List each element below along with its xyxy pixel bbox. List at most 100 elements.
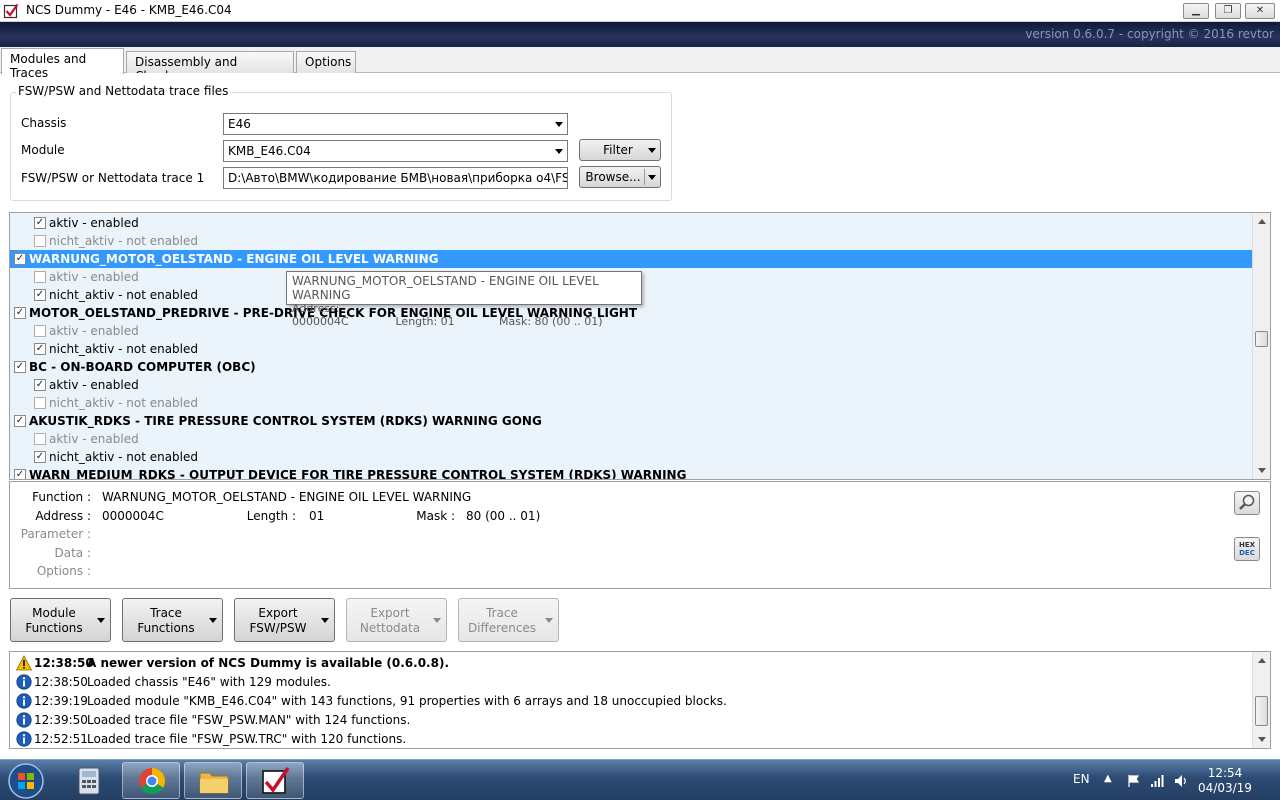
log-message: Loaded module "KMB_E46.C04" with 143 fun… bbox=[87, 694, 727, 708]
function-row[interactable]: ✓ AKUSTIK_RDKS - TIRE PRESSURE CONTROL SY… bbox=[10, 412, 1252, 430]
option-row[interactable]: nicht_aktiv - not enabled bbox=[10, 394, 1252, 412]
scrollbar-thumb[interactable] bbox=[1255, 696, 1268, 726]
filter-button[interactable]: Filter bbox=[579, 139, 661, 161]
search-button[interactable] bbox=[1234, 491, 1260, 515]
checkbox-checked[interactable]: ✓ bbox=[34, 289, 46, 301]
tab-disassembly-and-checksums[interactable]: Disassembly and Checksums bbox=[126, 51, 294, 83]
browse-button-label: Browse... bbox=[585, 170, 641, 184]
option-row[interactable]: ✓ aktiv - enabled bbox=[10, 214, 1252, 232]
button-label-line1: Export bbox=[258, 606, 298, 620]
info-icon bbox=[16, 731, 32, 747]
hex-label: HEX bbox=[1238, 541, 1256, 549]
module-functions-button[interactable]: Module Functions bbox=[10, 598, 111, 642]
checkbox-checked[interactable]: ✓ bbox=[14, 253, 26, 265]
trace-file-input[interactable]: D:\Авто\BMW\кодирование БМВ\новая\прибор… bbox=[223, 167, 568, 189]
module-label: Module bbox=[21, 143, 65, 157]
chevron-down-icon bbox=[545, 618, 553, 623]
checkbox-unchecked[interactable] bbox=[34, 397, 46, 409]
button-label-line1: Export bbox=[370, 606, 410, 620]
checkbox-checked[interactable]: ✓ bbox=[14, 415, 26, 427]
action-center-flag-icon[interactable] bbox=[1126, 773, 1142, 789]
option-row[interactable]: nicht_aktiv - not enabled bbox=[10, 232, 1252, 250]
scroll-down-arrow-icon[interactable] bbox=[1258, 468, 1266, 473]
mask-label: Mask : bbox=[416, 509, 455, 523]
close-button[interactable]: ✕ bbox=[1245, 3, 1275, 19]
chevron-down-icon bbox=[648, 148, 656, 153]
tab-modules-and-traces[interactable]: Modules and Traces bbox=[1, 48, 124, 80]
taskbar-calculator[interactable] bbox=[60, 762, 118, 799]
calculator-icon bbox=[78, 767, 100, 795]
checkbox-unchecked[interactable] bbox=[34, 433, 46, 445]
windows-start-icon[interactable] bbox=[4, 762, 48, 800]
browse-button[interactable]: Browse... bbox=[579, 166, 661, 188]
tab-options[interactable]: Options bbox=[296, 51, 356, 73]
function-row[interactable]: ✓ WARNUNG_MOTOR_OELSTAND - ENGINE OIL LEV… bbox=[10, 250, 1252, 268]
option-row[interactable]: aktiv - enabled bbox=[10, 430, 1252, 448]
data-label: Data : bbox=[54, 546, 91, 560]
function-list-scrollbar[interactable] bbox=[1252, 213, 1270, 479]
checkbox-checked[interactable]: ✓ bbox=[34, 379, 46, 391]
tooltip-mask: Mask: 80 (00 .. 01) bbox=[499, 315, 603, 328]
export-nettodata-button[interactable]: Export Nettodata bbox=[346, 598, 447, 642]
button-label-line2: Differences bbox=[467, 621, 537, 635]
maximize-button[interactable]: ❐ bbox=[1215, 3, 1241, 19]
option-row[interactable]: ✓ nicht_aktiv - not enabled bbox=[10, 448, 1252, 466]
scroll-up-arrow-icon[interactable] bbox=[1258, 219, 1266, 224]
row-label: aktiv - enabled bbox=[49, 216, 139, 230]
chassis-select[interactable]: E46 bbox=[223, 113, 568, 135]
scroll-down-arrow-icon[interactable] bbox=[1258, 737, 1266, 742]
checkbox-checked[interactable]: ✓ bbox=[14, 361, 26, 373]
hex-dec-toggle-button[interactable]: HEX DEC bbox=[1234, 537, 1260, 561]
checkbox-checked[interactable]: ✓ bbox=[34, 343, 46, 355]
app-checkbox-icon bbox=[262, 767, 290, 794]
trace-file-label: FSW/PSW or Nettodata trace 1 bbox=[21, 171, 205, 185]
export-fsw-psw-button[interactable]: Export FSW/PSW bbox=[234, 598, 335, 642]
row-label: nicht_aktiv - not enabled bbox=[49, 342, 199, 356]
scroll-up-arrow-icon[interactable] bbox=[1258, 658, 1266, 663]
checkbox-unchecked[interactable] bbox=[34, 235, 46, 247]
dec-label: DEC bbox=[1239, 549, 1255, 557]
checkbox-unchecked[interactable] bbox=[34, 325, 46, 337]
language-indicator[interactable]: EN bbox=[1073, 772, 1090, 786]
length-value: 01 bbox=[309, 509, 325, 523]
log-scrollbar[interactable] bbox=[1252, 652, 1270, 748]
function-row[interactable]: ✓ WARN_MEDIUM_RDKS - OUTPUT DEVICE FOR TI… bbox=[10, 466, 1252, 479]
chrome-icon bbox=[139, 767, 166, 795]
header-banner: version 0.6.0.7 - copyright © 2016 revto… bbox=[0, 22, 1280, 47]
log-message: A newer version of NCS Dummy is availabl… bbox=[87, 656, 450, 670]
log-message: Loaded chassis "E46" with 129 modules. bbox=[87, 675, 331, 689]
minimize-button[interactable]: ▁ bbox=[1183, 3, 1209, 19]
checkbox-checked[interactable]: ✓ bbox=[14, 307, 26, 319]
button-label-line1: Trace bbox=[150, 606, 182, 620]
system-clock[interactable]: 12:54 04/03/19 bbox=[1196, 766, 1254, 796]
log-time: 12:39:19 bbox=[34, 694, 88, 708]
checkbox-checked[interactable]: ✓ bbox=[34, 451, 46, 463]
function-list[interactable]: ✓ aktiv - enabled nicht_aktiv - not enable… bbox=[9, 212, 1271, 480]
option-row[interactable]: ✓ aktiv - enabled bbox=[10, 376, 1252, 394]
network-signal-icon[interactable] bbox=[1150, 773, 1166, 789]
checkbox-checked[interactable]: ✓ bbox=[14, 469, 26, 479]
volume-icon[interactable] bbox=[1173, 773, 1189, 789]
info-icon bbox=[16, 693, 32, 709]
checkbox-unchecked[interactable] bbox=[34, 271, 46, 283]
show-hidden-icons-icon[interactable]: ▲ bbox=[1104, 773, 1112, 784]
trace-differences-button[interactable]: Trace Differences bbox=[458, 598, 559, 642]
taskbar-explorer[interactable] bbox=[184, 762, 242, 799]
button-label-line1: Trace bbox=[486, 606, 518, 620]
taskbar-ncs-dummy[interactable] bbox=[246, 762, 304, 799]
chevron-down-icon bbox=[209, 618, 217, 623]
scrollbar-thumb[interactable] bbox=[1255, 331, 1268, 347]
tooltip-length: Length: 01 bbox=[395, 315, 455, 328]
tooltip-address: Address: 0000004C bbox=[292, 302, 349, 328]
module-select[interactable]: KMB_E46.C04 bbox=[223, 140, 568, 162]
taskbar-chrome[interactable] bbox=[122, 762, 180, 799]
log-time: 12:38:50 bbox=[34, 656, 94, 670]
address-label: Address : bbox=[35, 509, 91, 523]
function-row[interactable]: ✓ BC - ON-BOARD COMPUTER (OBC) bbox=[10, 358, 1252, 376]
trace-functions-button[interactable]: Trace Functions bbox=[122, 598, 223, 642]
log-panel[interactable]: 12:38:50 A newer version of NCS Dummy is … bbox=[9, 651, 1271, 749]
checkbox-checked[interactable]: ✓ bbox=[34, 217, 46, 229]
chassis-label: Chassis bbox=[21, 116, 67, 130]
option-row[interactable]: ✓ nicht_aktiv - not enabled bbox=[10, 340, 1252, 358]
log-time: 12:52:51 bbox=[34, 732, 88, 746]
